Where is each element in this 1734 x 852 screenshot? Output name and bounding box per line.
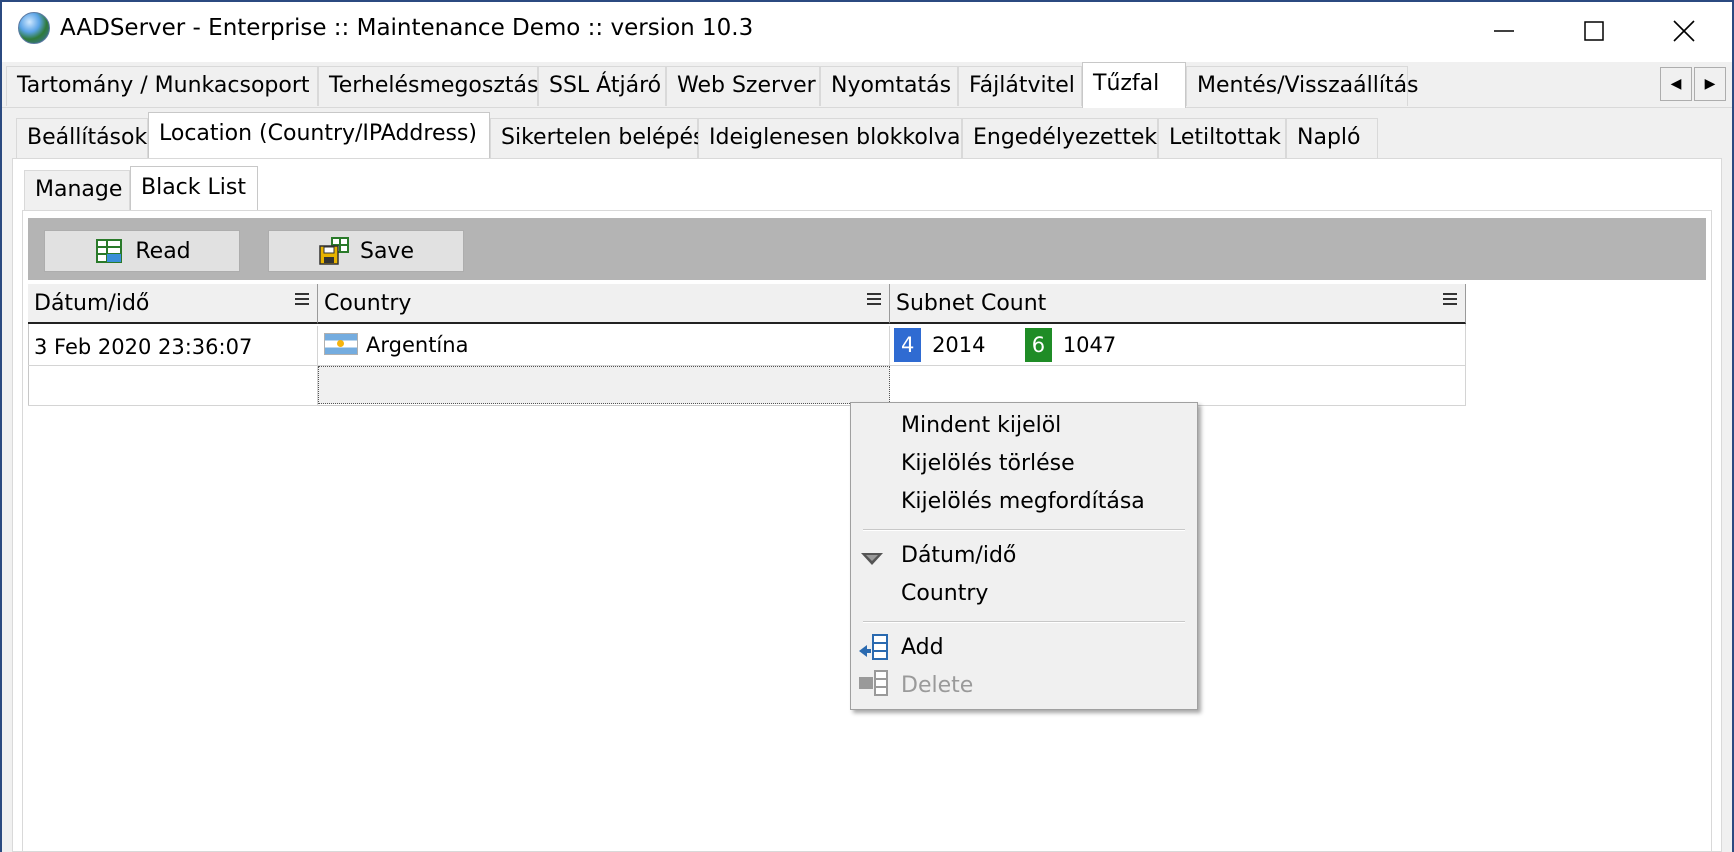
tab-label: Terhelésmegosztás <box>329 73 539 98</box>
add-row-icon <box>859 634 888 660</box>
cell-subnet-count-empty[interactable] <box>890 366 1466 406</box>
column-menu-icon[interactable] <box>295 290 309 308</box>
menu-separator <box>863 621 1185 623</box>
maximize-button[interactable] <box>1558 2 1630 60</box>
tab-label: Location (Country/IPAddress) <box>159 121 477 146</box>
column-header-subnet-count[interactable]: Subnet Count <box>890 284 1466 324</box>
tab-label: Web Szerver <box>677 73 816 98</box>
tab-label: Manage <box>35 177 123 202</box>
menu-item-invert-selection[interactable]: Kijelölés megfordítása <box>901 489 1145 514</box>
tab-tuzfal[interactable]: Tűzfal <box>1082 62 1186 108</box>
cell-text: Argentína <box>366 333 469 357</box>
window-title: AADServer - Enterprise :: Maintenance De… <box>60 15 754 41</box>
ipv4-count: 2014 <box>932 333 986 357</box>
tab-label: Sikertelen belépés <box>501 125 705 150</box>
save-disk-icon <box>319 237 349 265</box>
tab-label: SSL Átjáró <box>549 73 662 98</box>
read-button[interactable]: Read <box>44 230 240 272</box>
menu-item-label: Dátum/idő <box>901 543 1017 568</box>
tab-label: Engedélyezettek <box>973 125 1158 150</box>
tab-fajlatvitel[interactable]: Fájlátvitel <box>958 66 1082 106</box>
close-icon <box>1673 20 1695 42</box>
tab-letiltottak[interactable]: Letiltottak <box>1158 118 1286 158</box>
menu-item-column-datetime[interactable]: Dátum/idő <box>901 543 1016 568</box>
column-header-label: Subnet Count <box>896 291 1047 316</box>
menu-item-label: Country <box>901 581 989 606</box>
minimize-icon <box>1494 30 1514 32</box>
cell-country[interactable]: Argentína <box>318 326 890 366</box>
menu-item-label: Delete <box>901 673 974 698</box>
read-label: Read <box>135 238 191 264</box>
close-button[interactable] <box>1648 2 1720 60</box>
save-button[interactable]: Save <box>268 230 464 272</box>
cell-datetime[interactable]: 3 Feb 2020 23:36:07 <box>28 326 318 366</box>
tab-ideiglenesen-blokkolva[interactable]: Ideiglenesen blokkolva <box>698 118 962 158</box>
tab-tartomany[interactable]: Tartomány / Munkacsoport <box>6 66 318 106</box>
arrow-left-icon: ◀ <box>1670 76 1682 92</box>
tab-label: Napló <box>1297 125 1361 150</box>
menu-item-label: Mindent kijelöl <box>901 413 1062 438</box>
tab-black-list[interactable]: Black List <box>130 166 258 212</box>
tab-naplo[interactable]: Napló <box>1286 118 1378 158</box>
tab-label: Tűzfal <box>1093 71 1160 96</box>
column-header-country[interactable]: Country <box>318 284 890 324</box>
tab-label: Letiltottak <box>1169 125 1281 150</box>
tab-label: Fájlátvitel <box>969 73 1075 98</box>
ipv6-badge: 6 <box>1024 328 1053 362</box>
ipv6-count: 1047 <box>1062 333 1117 357</box>
tab-terhelesmegosztas[interactable]: Terhelésmegosztás <box>318 66 538 106</box>
column-header-label: Dátum/idő <box>34 291 150 316</box>
context-menu: Mindent kijelöl Kijelölés törlése Kijelö… <box>850 402 1198 710</box>
cell-text: 3 Feb 2020 23:36:07 <box>34 335 253 359</box>
menu-item-label: Add <box>901 635 944 660</box>
tab-sikertelen-belepes[interactable]: Sikertelen belépés <box>490 118 704 158</box>
tab-web-szerver[interactable]: Web Szerver <box>666 66 820 106</box>
tab-label: Black List <box>141 175 246 200</box>
tab-label: Nyomtatás <box>831 73 952 98</box>
menu-separator <box>863 529 1185 531</box>
tab-label: Ideiglenesen blokkolva <box>709 125 961 150</box>
delete-row-icon <box>859 670 888 696</box>
menu-item-clear-selection[interactable]: Kijelölés törlése <box>901 451 1075 476</box>
tab-mentes-visszaallitas[interactable]: Mentés/Visszaállítás <box>1186 66 1419 106</box>
menu-item-add[interactable]: Add <box>901 635 944 660</box>
tab-location[interactable]: Location (Country/IPAddress) <box>148 112 490 158</box>
save-label: Save <box>359 238 414 264</box>
column-header-datetime[interactable]: Dátum/idő <box>28 284 318 324</box>
column-header-label: Country <box>324 291 412 316</box>
tab-label: Mentés/Visszaállítás <box>1197 73 1419 98</box>
column-menu-icon[interactable] <box>1443 290 1457 308</box>
tab-manage[interactable]: Manage <box>24 170 130 210</box>
maximize-icon <box>1584 21 1604 41</box>
tab-engedelyezettek[interactable]: Engedélyezettek <box>962 118 1158 158</box>
menu-item-select-all[interactable]: Mindent kijelöl <box>901 413 1061 438</box>
tab-scroll-buttons: ◀ ▶ <box>1660 67 1728 101</box>
column-menu-icon[interactable] <box>867 290 881 308</box>
globe-icon <box>18 12 50 44</box>
cell-datetime-empty[interactable] <box>28 366 318 406</box>
minimize-button[interactable] <box>1468 2 1540 60</box>
tab-nyomtatas[interactable]: Nyomtatás <box>820 66 958 106</box>
tab-beallitasok[interactable]: Beállítások <box>16 118 148 158</box>
sort-descending-icon <box>861 553 883 565</box>
menu-item-delete: Delete <box>901 673 973 698</box>
menu-item-label: Kijelölés megfordítása <box>901 489 1145 514</box>
argentina-flag-icon <box>324 333 358 355</box>
menu-item-column-country[interactable]: Country <box>901 581 988 606</box>
arrow-right-icon: ▶ <box>1704 76 1716 92</box>
tab-scroll-right-button[interactable]: ▶ <box>1694 67 1726 101</box>
menu-item-label: Kijelölés törlése <box>901 451 1075 476</box>
ipv4-badge: 4 <box>894 328 922 362</box>
cell-subnet-count[interactable]: 4 2014 6 1047 <box>890 326 1466 366</box>
tab-ssl-atjaro[interactable]: SSL Átjáró <box>538 66 666 106</box>
tab-label: Tartomány / Munkacsoport <box>17 73 310 98</box>
tab-label: Beállítások <box>27 125 148 150</box>
cell-country-focused[interactable] <box>318 366 890 404</box>
read-grid-icon <box>96 239 123 263</box>
tab-scroll-left-button[interactable]: ◀ <box>1660 67 1692 101</box>
